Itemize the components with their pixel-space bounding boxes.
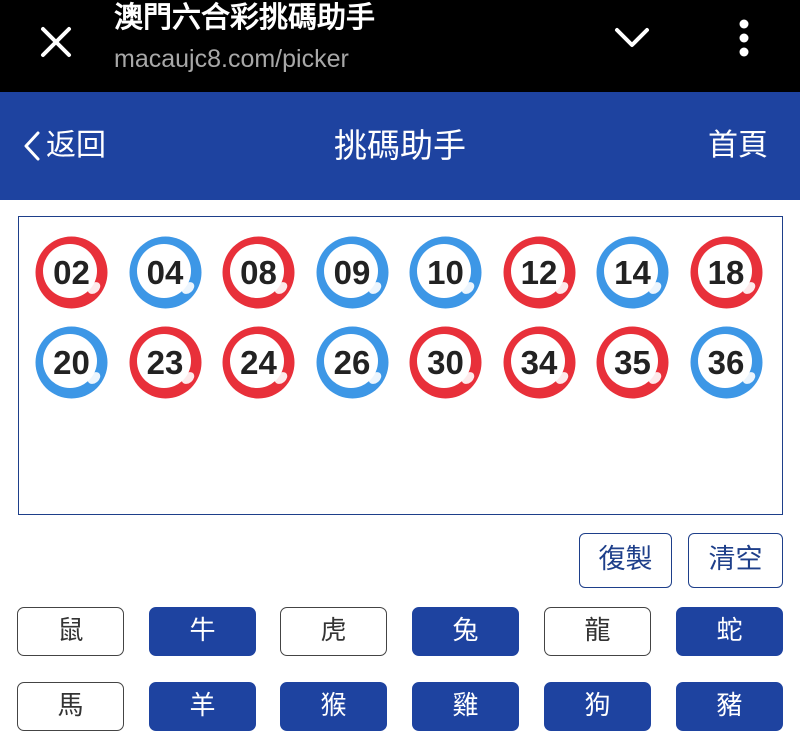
zodiac-button-1[interactable]: 牛 (149, 607, 256, 656)
header-title: 挑碼助手 (334, 126, 466, 165)
ball-number: 04 (146, 254, 184, 291)
ball-number: 12 (520, 254, 558, 291)
selected-numbers-panel: 02 04 08 09 10 12 14 18 20 23 24 26 30 34 35 36 (18, 216, 783, 515)
back-label: 返回 (46, 128, 106, 163)
number-ball-09[interactable]: 09 (315, 235, 390, 310)
number-ball-30[interactable]: 30 (408, 325, 483, 400)
close-tab-button[interactable] (30, 16, 82, 68)
back-button[interactable]: 返回 (22, 126, 106, 166)
zodiac-button-8[interactable]: 猴 (280, 682, 387, 731)
number-ball-18[interactable]: 18 (689, 235, 764, 310)
ball-number: 24 (240, 344, 277, 381)
overflow-menu-button[interactable] (722, 12, 766, 64)
ball-number: 08 (240, 254, 277, 291)
number-ball-34[interactable]: 34 (502, 325, 577, 400)
ball-number: 23 (146, 344, 184, 381)
number-ball-36[interactable]: 36 (689, 325, 764, 400)
app-header: 返回 挑碼助手 首頁 (0, 92, 800, 200)
number-ball-26[interactable]: 26 (315, 325, 390, 400)
ball-number: 30 (427, 344, 464, 381)
number-ball-14[interactable]: 14 (595, 235, 670, 310)
number-ball-35[interactable]: 35 (595, 325, 670, 400)
number-ball-10[interactable]: 10 (408, 235, 483, 310)
more-vert-icon (739, 19, 749, 57)
browser-toolbar: 澳門六合彩挑碼助手 macaujc8.com/picker (0, 0, 800, 92)
ball-number: 02 (53, 254, 90, 291)
ball-number: 26 (333, 344, 371, 381)
zodiac-button-9[interactable]: 雞 (412, 682, 519, 731)
number-ball-08[interactable]: 08 (221, 235, 296, 310)
number-ball-12[interactable]: 12 (502, 235, 577, 310)
number-ball-24[interactable]: 24 (221, 325, 296, 400)
ball-number: 14 (614, 254, 651, 291)
zodiac-button-2[interactable]: 虎 (280, 607, 387, 656)
zodiac-button-10[interactable]: 狗 (544, 682, 651, 731)
home-button[interactable]: 首頁 (708, 126, 768, 166)
ball-number: 36 (707, 344, 745, 381)
number-ball-02[interactable]: 02 (34, 235, 109, 310)
number-ball-grid: 02 04 08 09 10 12 14 18 20 23 24 26 30 34 35 36 (34, 235, 764, 400)
close-icon (41, 27, 71, 57)
zodiac-button-7[interactable]: 羊 (149, 682, 256, 731)
zodiac-button-4[interactable]: 龍 (544, 607, 651, 656)
copy-button[interactable]: 復製 (579, 533, 672, 588)
number-ball-20[interactable]: 20 (34, 325, 109, 400)
zodiac-button-6[interactable]: 馬 (17, 682, 124, 731)
number-ball-04[interactable]: 04 (128, 235, 203, 310)
ball-number: 20 (53, 344, 90, 381)
ball-number: 35 (614, 344, 651, 381)
zodiac-button-0[interactable]: 鼠 (17, 607, 124, 656)
expand-button[interactable] (606, 12, 658, 64)
ball-number: 18 (707, 254, 745, 291)
browser-title-block: 澳門六合彩挑碼助手 macaujc8.com/picker (114, 0, 594, 74)
page-title: 澳門六合彩挑碼助手 (114, 0, 376, 34)
ball-number: 34 (520, 344, 558, 381)
zodiac-button-11[interactable]: 豬 (676, 682, 783, 731)
clear-button[interactable]: 清空 (688, 533, 783, 588)
ball-number: 09 (333, 254, 371, 291)
number-ball-23[interactable]: 23 (128, 325, 203, 400)
ball-number: 10 (427, 254, 464, 291)
zodiac-button-5[interactable]: 蛇 (676, 607, 783, 656)
chevron-down-icon (615, 28, 649, 47)
zodiac-button-3[interactable]: 兔 (412, 607, 519, 656)
page-url[interactable]: macaujc8.com/picker (114, 44, 594, 74)
chevron-left-icon (24, 131, 40, 161)
